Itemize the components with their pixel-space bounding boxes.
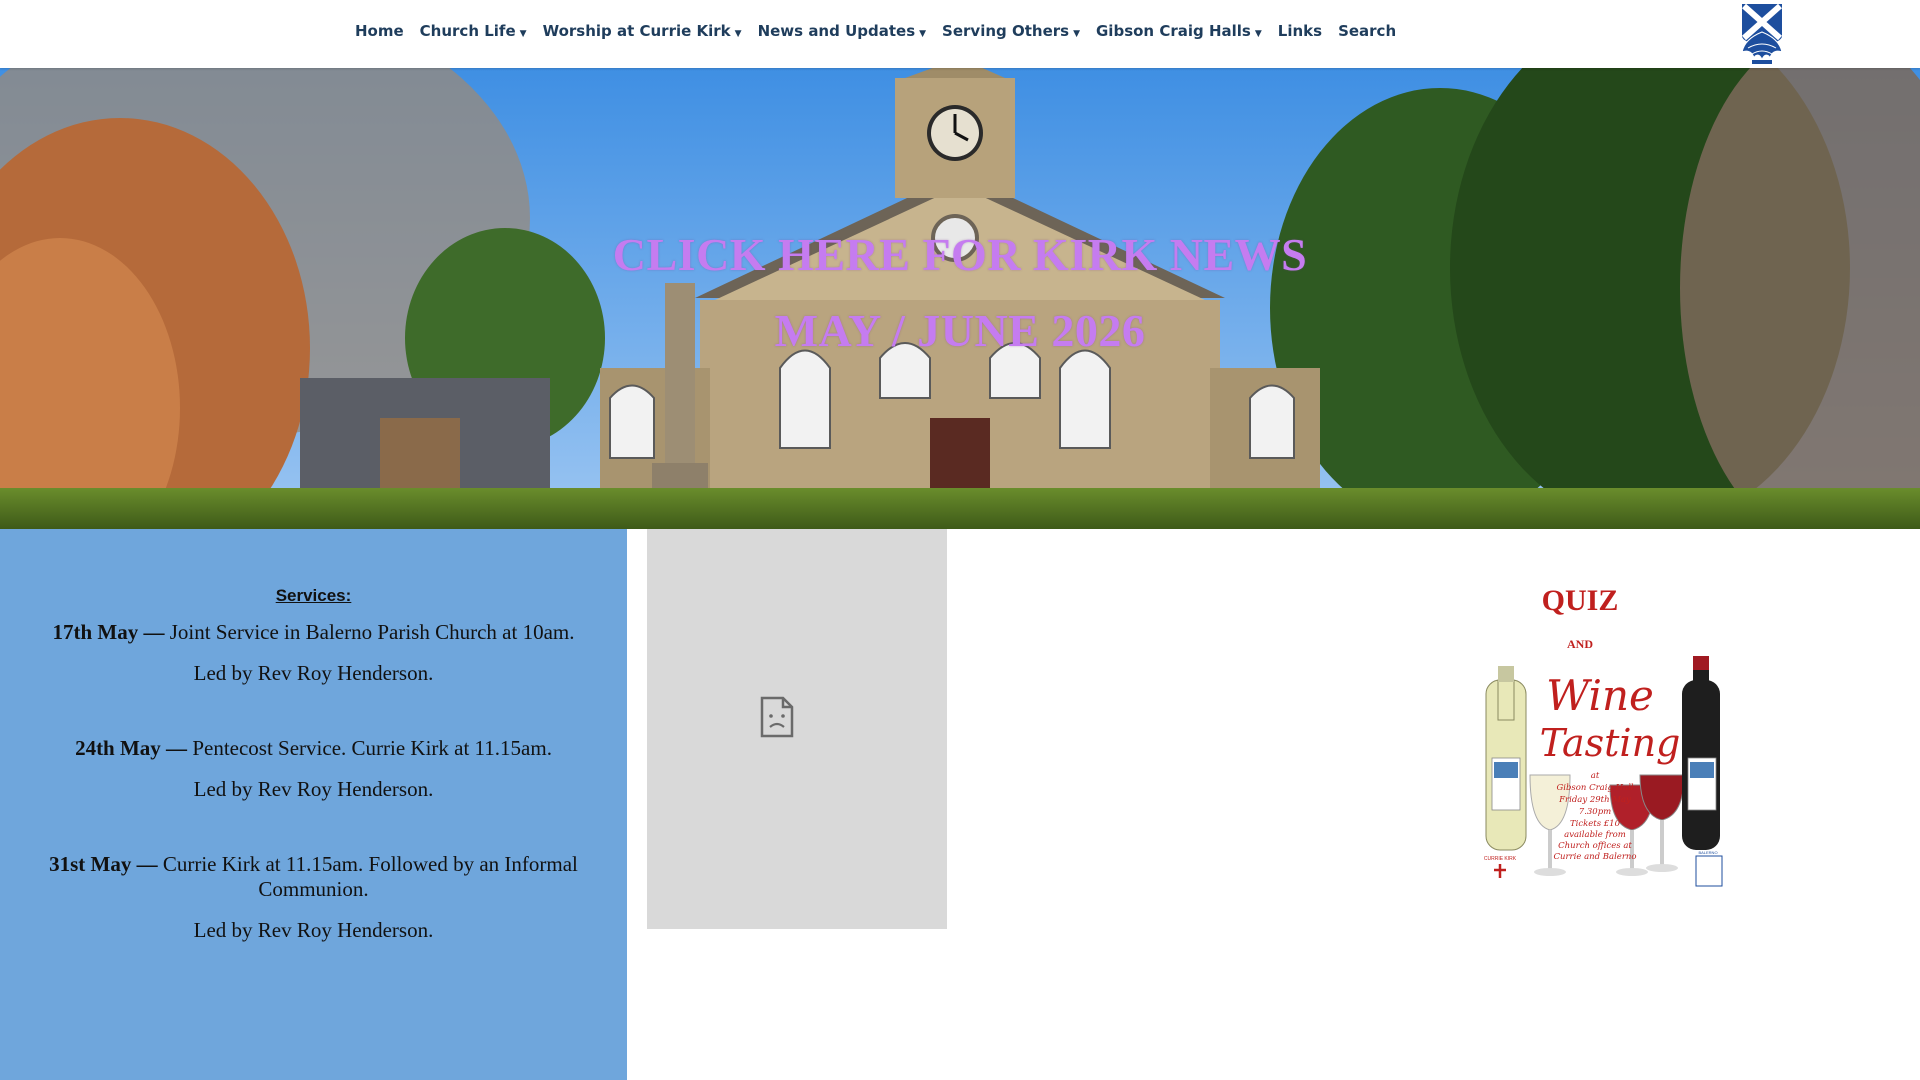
caret-down-icon: ▼	[734, 29, 742, 39]
hero-subheadline[interactable]: MAY / JUNE 2026	[0, 304, 1920, 357]
service-date: 31st May —	[49, 852, 158, 876]
service-leader: Led by Rev Roy Henderson.	[193, 661, 434, 685]
nav-item-gibson-craig-halls[interactable]: Gibson Craig Halls ▼	[1096, 22, 1262, 40]
nav-item-church-life[interactable]: Church Life ▼	[420, 22, 527, 40]
service-description: Joint Service in Balerno Parish Church a…	[164, 620, 575, 644]
poster-detail-offices: Church offices at	[1558, 841, 1632, 851]
poster-wine-title: Wine	[1546, 671, 1654, 720]
nav-item-worship[interactable]: Worship at Currie Kirk ▼	[543, 22, 742, 40]
caret-down-icon: ▼	[919, 29, 927, 39]
nav-item-label: Gibson Craig Halls	[1096, 22, 1251, 40]
nav-item-home[interactable]: Home	[355, 22, 404, 40]
service-entry: 17th May — Joint Service in Balerno Pari…	[40, 620, 587, 645]
service-description: Pentecost Service. Currie Kirk at 11.15a…	[187, 736, 552, 760]
poster-quiz-title: QUIZ	[1542, 584, 1619, 617]
nav-item-label: Worship at Currie Kirk	[542, 22, 731, 40]
nav-item-label: News and Updates	[757, 22, 916, 40]
nav-item-label: Search	[1338, 22, 1397, 40]
services-panel: Services: 17th May — Joint Service in Ba…	[0, 529, 627, 1080]
poster-detail-available: available from	[1564, 830, 1626, 840]
poster-detail-tickets: Tickets £10	[1570, 819, 1621, 829]
nav-item-label: Serving Others	[942, 22, 1070, 40]
nav-item-links[interactable]: Links	[1278, 22, 1322, 40]
poster-detail-venue: Gibson Craig Hall	[1556, 783, 1633, 793]
hero-banner[interactable]: CLICK HERE FOR KIRK NEWS MAY / JUNE 2026	[0, 68, 1920, 529]
broken-image-icon	[760, 696, 794, 738]
poster-detail-at: at	[1591, 771, 1600, 781]
saltire-bush-icon	[1741, 3, 1783, 64]
poster-detail-time: 7.30pm	[1579, 807, 1611, 817]
church-photo	[0, 68, 1920, 529]
poster-detail-date: Friday 29th May	[1558, 795, 1631, 805]
nav-item-news[interactable]: News and Updates ▼	[758, 22, 926, 40]
services-heading: Services:	[275, 586, 352, 605]
caret-down-icon: ▼	[1254, 29, 1262, 39]
cross-icon	[1494, 864, 1506, 878]
caret-down-icon: ▼	[1073, 29, 1080, 39]
red-wine-bottle	[1682, 656, 1720, 850]
service-description: Currie Kirk at 11.15am. Followed by an I…	[157, 852, 578, 901]
nav-menu: Home Church Life ▼ Worship at Currie Kirk…	[355, 22, 1412, 40]
poster-tasting-title: Tasting	[1540, 721, 1681, 765]
nav-item-label: Links	[1277, 22, 1323, 40]
service-date: 24th May —	[75, 736, 188, 760]
poster-right-label: BALERNO	[1698, 850, 1717, 855]
nav-item-serving-others[interactable]: Serving Others ▼	[942, 22, 1080, 40]
nav-item-search[interactable]: Search	[1338, 22, 1396, 40]
image-placeholder	[647, 529, 947, 929]
poster-left-label: CURRIE KIRK	[1484, 856, 1517, 862]
nav-item-label: Church Life	[419, 22, 516, 40]
church-logo[interactable]	[1738, 2, 1786, 66]
top-navigation: Home Church Life ▼ Worship at Currie Kirk…	[0, 0, 1920, 68]
hero-headline[interactable]: CLICK HERE FOR KIRK NEWS	[0, 228, 1920, 281]
caret-down-icon: ▼	[519, 29, 527, 39]
nav-item-label: Home	[355, 22, 404, 40]
service-date: 17th May —	[52, 620, 165, 644]
poster-graphic: QUIZ AND Wine Tasting at Gibson Craig Ha…	[1484, 584, 1723, 887]
poster-and: AND	[1567, 637, 1593, 651]
poster-detail-locations: Currie and Balerno	[1554, 852, 1637, 862]
quiz-wine-poster[interactable]: QUIZ AND Wine Tasting at Gibson Craig Ha…	[1460, 570, 1730, 900]
service-entry: 31st May — Currie Kirk at 11.15am. Follo…	[40, 852, 587, 902]
service-leader: Led by Rev Roy Henderson.	[193, 918, 434, 942]
service-entry: 24th May — Pentecost Service. Currie Kir…	[40, 736, 587, 761]
white-wine-bottle	[1485, 666, 1527, 851]
service-leader: Led by Rev Roy Henderson.	[193, 777, 434, 801]
